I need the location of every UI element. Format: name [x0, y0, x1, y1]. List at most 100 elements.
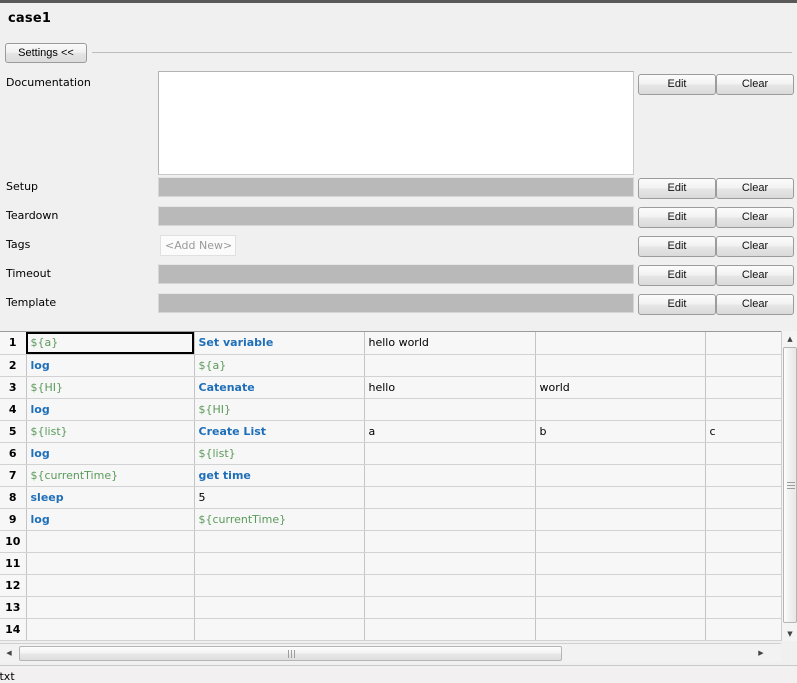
table-row[interactable]: 14 — [0, 618, 782, 641]
row-number-cell[interactable]: 6 — [0, 442, 27, 465]
grid-cell[interactable]: ${a} — [26, 332, 195, 355]
grid-cell[interactable] — [705, 442, 782, 465]
timeout-edit-button[interactable]: Edit — [638, 265, 716, 286]
grid-cell[interactable]: log — [26, 354, 195, 377]
grid-cell[interactable] — [364, 486, 536, 509]
grid-cell[interactable] — [364, 530, 536, 553]
grid-cell[interactable] — [705, 574, 782, 597]
template-clear-button[interactable]: Clear — [716, 294, 794, 315]
row-number-cell[interactable]: 4 — [0, 398, 27, 421]
table-row[interactable]: 3 ${HI} Catenate hello world — [0, 376, 782, 399]
teardown-field[interactable] — [158, 206, 634, 226]
table-row[interactable]: 10 — [0, 530, 782, 553]
grid-cell[interactable]: c — [705, 420, 782, 443]
grid-cell[interactable] — [535, 552, 706, 575]
tags-add-new-input[interactable]: <Add New> — [160, 235, 236, 256]
grid-cell[interactable]: ${HI} — [194, 398, 365, 421]
grid-cell[interactable] — [705, 508, 782, 531]
grid-cell[interactable] — [364, 596, 536, 619]
settings-toggle-button[interactable]: Settings << — [5, 43, 87, 63]
row-number-cell[interactable]: 11 — [0, 552, 27, 575]
grid-cell[interactable] — [364, 398, 536, 421]
grid-cell[interactable]: Catenate — [194, 376, 365, 399]
scroll-right-icon[interactable]: ▶ — [753, 645, 769, 661]
row-number-cell[interactable]: 7 — [0, 464, 27, 487]
grid-cell[interactable] — [26, 552, 195, 575]
grid-cell[interactable] — [364, 354, 536, 377]
table-row[interactable]: 13 — [0, 596, 782, 619]
grid-cell[interactable] — [705, 398, 782, 421]
table-row[interactable]: 4 log ${HI} — [0, 398, 782, 421]
scroll-left-icon[interactable]: ◀ — [1, 645, 17, 661]
grid-cell[interactable] — [705, 376, 782, 399]
grid-cell[interactable]: log — [26, 442, 195, 465]
grid-cell[interactable]: sleep — [26, 486, 195, 509]
row-number-cell[interactable]: 9 — [0, 508, 27, 531]
grid-cell[interactable] — [705, 552, 782, 575]
documentation-edit-button[interactable]: Edit — [638, 74, 716, 95]
row-number-cell[interactable]: 14 — [0, 618, 27, 641]
grid-cell[interactable]: ${currentTime} — [194, 508, 365, 531]
grid-cell[interactable] — [705, 618, 782, 641]
grid-cell[interactable]: log — [26, 398, 195, 421]
template-field[interactable] — [158, 293, 634, 313]
scroll-up-icon[interactable]: ▲ — [782, 331, 797, 346]
scroll-down-icon[interactable]: ▼ — [782, 626, 797, 641]
grid-cell[interactable] — [535, 596, 706, 619]
grid-cell[interactable]: ${currentTime} — [26, 464, 195, 487]
grid-cell[interactable] — [194, 596, 365, 619]
grid-cell[interactable]: ${list} — [194, 442, 365, 465]
row-number-cell[interactable]: 13 — [0, 596, 27, 619]
teardown-edit-button[interactable]: Edit — [638, 207, 716, 228]
vertical-scroll-thumb[interactable] — [783, 347, 797, 623]
grid-cell[interactable] — [535, 486, 706, 509]
grid-cell[interactable] — [26, 530, 195, 553]
grid-cell[interactable]: a — [364, 420, 536, 443]
table-row[interactable]: 11 — [0, 552, 782, 575]
grid-cell[interactable]: world — [535, 376, 706, 399]
grid-cell[interactable] — [364, 552, 536, 575]
grid-cell[interactable] — [364, 618, 536, 641]
table-row[interactable]: 5 ${list} Create List a b c — [0, 420, 782, 443]
grid-cell[interactable] — [535, 530, 706, 553]
grid-cell[interactable] — [535, 574, 706, 597]
grid-cell[interactable]: ${HI} — [26, 376, 195, 399]
grid-cell[interactable] — [535, 398, 706, 421]
grid-cell[interactable]: ${list} — [26, 420, 195, 443]
grid-cell[interactable] — [364, 464, 536, 487]
row-number-cell[interactable]: 5 — [0, 420, 27, 443]
row-number-cell[interactable]: 1 — [0, 332, 27, 355]
setup-clear-button[interactable]: Clear — [716, 178, 794, 199]
grid-cell[interactable]: hello — [364, 376, 536, 399]
grid-cell[interactable] — [705, 354, 782, 377]
grid-cell[interactable]: hello world — [364, 332, 536, 355]
grid-cell[interactable] — [705, 486, 782, 509]
row-number-cell[interactable]: 8 — [0, 486, 27, 509]
table-row[interactable]: 1 ${a} Set variable hello world — [0, 332, 782, 355]
timeout-clear-button[interactable]: Clear — [716, 265, 794, 286]
grid-cell[interactable] — [535, 464, 706, 487]
template-edit-button[interactable]: Edit — [638, 294, 716, 315]
grid-cell[interactable] — [364, 508, 536, 531]
timeout-field[interactable] — [158, 264, 634, 284]
setup-field[interactable] — [158, 177, 634, 197]
row-number-cell[interactable]: 12 — [0, 574, 27, 597]
grid-cell[interactable]: get time — [194, 464, 365, 487]
grid-vertical-scrollbar[interactable]: ▲ ▼ — [781, 331, 797, 641]
grid-cell[interactable] — [194, 618, 365, 641]
horizontal-scroll-thumb[interactable] — [19, 646, 562, 661]
table-row[interactable]: 9 log ${currentTime} — [0, 508, 782, 531]
grid-cell[interactable] — [535, 508, 706, 531]
grid-cell[interactable]: ${a} — [194, 354, 365, 377]
grid-cell[interactable]: Create List — [194, 420, 365, 443]
table-row[interactable]: 8 sleep 5 — [0, 486, 782, 509]
table-row[interactable]: 12 — [0, 574, 782, 597]
table-row[interactable]: 2 log ${a} — [0, 354, 782, 377]
grid-cell[interactable]: b — [535, 420, 706, 443]
grid-cell[interactable] — [705, 596, 782, 619]
table-row[interactable]: 6 log ${list} — [0, 442, 782, 465]
grid-cell[interactable] — [535, 442, 706, 465]
setup-edit-button[interactable]: Edit — [638, 178, 716, 199]
table-row[interactable]: 7 ${currentTime} get time — [0, 464, 782, 487]
teardown-clear-button[interactable]: Clear — [716, 207, 794, 228]
